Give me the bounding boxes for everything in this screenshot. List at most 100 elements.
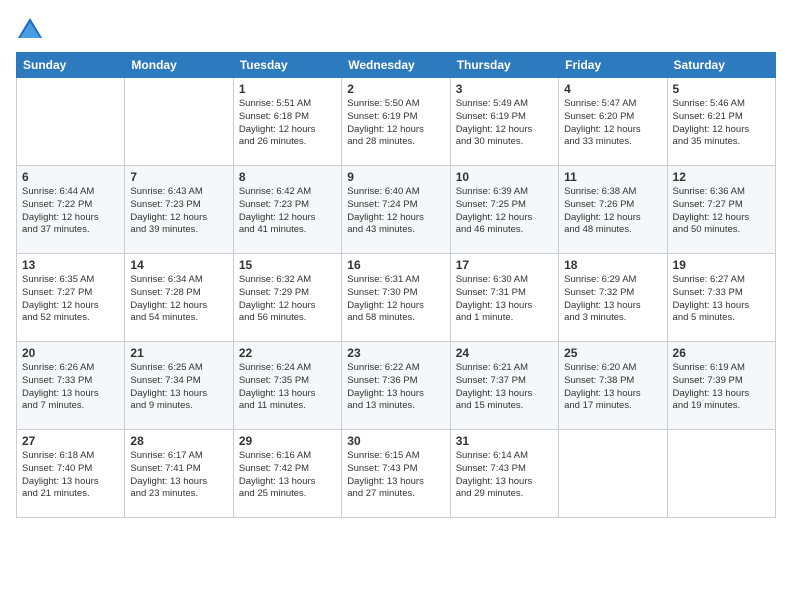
calendar-cell: 13Sunrise: 6:35 AM Sunset: 7:27 PM Dayli… <box>17 254 125 342</box>
calendar-cell: 5 Sunrise: 5:46 AM Sunset: 6:21 PM Daylig… <box>667 78 775 166</box>
calendar-cell: 21 Sunrise: 6:25 AM Sunset: 7:34 PM Dayli… <box>125 342 233 430</box>
day-info: Sunrise: 6:44 AM Sunset: 7:22 PM Dayligh… <box>22 186 119 237</box>
calendar-cell: 16 Sunrise: 6:31 AM Sunset: 7:30 PM Dayli… <box>342 254 450 342</box>
week-row-5: 27 Sunrise: 6:18 AM Sunset: 7:40 PM Dayli… <box>17 430 776 518</box>
calendar-cell: 1Sunrise: 5:51 AM Sunset: 6:18 PM Daylig… <box>233 78 341 166</box>
day-number: 30 <box>347 434 444 448</box>
calendar-cell: 15Sunrise: 6:32 AM Sunset: 7:29 PM Dayli… <box>233 254 341 342</box>
calendar-cell: 6 Sunrise: 6:44 AM Sunset: 7:22 PM Daylig… <box>17 166 125 254</box>
day-number: 11 <box>564 170 661 184</box>
day-info: Sunrise: 5:47 AM Sunset: 6:20 PM Dayligh… <box>564 98 661 149</box>
day-number: 20 <box>22 346 119 360</box>
day-number: 1 <box>239 82 336 96</box>
calendar-cell: 14Sunrise: 6:34 AM Sunset: 7:28 PM Dayli… <box>125 254 233 342</box>
calendar-cell: 24 Sunrise: 6:21 AM Sunset: 7:37 PM Dayli… <box>450 342 558 430</box>
day-info: Sunrise: 6:18 AM Sunset: 7:40 PM Dayligh… <box>22 450 119 501</box>
calendar-cell: 17 Sunrise: 6:30 AM Sunset: 7:31 PM Dayli… <box>450 254 558 342</box>
day-header-wednesday: Wednesday <box>342 53 450 78</box>
day-number: 18 <box>564 258 661 272</box>
day-info: Sunrise: 6:40 AM Sunset: 7:24 PM Dayligh… <box>347 186 444 237</box>
day-info: Sunrise: 6:22 AM Sunset: 7:36 PM Dayligh… <box>347 362 444 413</box>
day-number: 25 <box>564 346 661 360</box>
day-info: Sunrise: 6:25 AM Sunset: 7:34 PM Dayligh… <box>130 362 227 413</box>
day-number: 10 <box>456 170 553 184</box>
day-info: Sunrise: 6:26 AM Sunset: 7:33 PM Dayligh… <box>22 362 119 413</box>
day-number: 8 <box>239 170 336 184</box>
day-info: Sunrise: 6:42 AM Sunset: 7:23 PM Dayligh… <box>239 186 336 237</box>
calendar-cell: 11 Sunrise: 6:38 AM Sunset: 7:26 PM Dayli… <box>559 166 667 254</box>
day-number: 5 <box>673 82 770 96</box>
day-number: 28 <box>130 434 227 448</box>
day-info: Sunrise: 6:15 AM Sunset: 7:43 PM Dayligh… <box>347 450 444 501</box>
calendar-cell: 26Sunrise: 6:19 AM Sunset: 7:39 PM Dayli… <box>667 342 775 430</box>
calendar-cell: 3 Sunrise: 5:49 AM Sunset: 6:19 PM Daylig… <box>450 78 558 166</box>
day-number: 27 <box>22 434 119 448</box>
day-info: Sunrise: 6:14 AM Sunset: 7:43 PM Dayligh… <box>456 450 553 501</box>
day-number: 14 <box>130 258 227 272</box>
day-info: Sunrise: 6:39 AM Sunset: 7:25 PM Dayligh… <box>456 186 553 237</box>
day-number: 23 <box>347 346 444 360</box>
day-info: Sunrise: 6:24 AM Sunset: 7:35 PM Dayligh… <box>239 362 336 413</box>
day-number: 9 <box>347 170 444 184</box>
day-number: 29 <box>239 434 336 448</box>
calendar-cell <box>559 430 667 518</box>
calendar-cell: 22Sunrise: 6:24 AM Sunset: 7:35 PM Dayli… <box>233 342 341 430</box>
day-number: 16 <box>347 258 444 272</box>
day-number: 19 <box>673 258 770 272</box>
calendar-cell <box>667 430 775 518</box>
day-header-monday: Monday <box>125 53 233 78</box>
day-info: Sunrise: 6:21 AM Sunset: 7:37 PM Dayligh… <box>456 362 553 413</box>
day-info: Sunrise: 6:16 AM Sunset: 7:42 PM Dayligh… <box>239 450 336 501</box>
logo-icon <box>16 16 44 44</box>
day-number: 6 <box>22 170 119 184</box>
day-number: 17 <box>456 258 553 272</box>
logo <box>16 16 48 44</box>
day-header-friday: Friday <box>559 53 667 78</box>
calendar-cell: 28Sunrise: 6:17 AM Sunset: 7:41 PM Dayli… <box>125 430 233 518</box>
day-info: Sunrise: 6:38 AM Sunset: 7:26 PM Dayligh… <box>564 186 661 237</box>
day-info: Sunrise: 6:31 AM Sunset: 7:30 PM Dayligh… <box>347 274 444 325</box>
week-row-1: 1Sunrise: 5:51 AM Sunset: 6:18 PM Daylig… <box>17 78 776 166</box>
day-info: Sunrise: 6:43 AM Sunset: 7:23 PM Dayligh… <box>130 186 227 237</box>
calendar-table: SundayMondayTuesdayWednesdayThursdayFrid… <box>16 52 776 518</box>
day-number: 7 <box>130 170 227 184</box>
calendar-cell: 4 Sunrise: 5:47 AM Sunset: 6:20 PM Daylig… <box>559 78 667 166</box>
calendar-cell: 10 Sunrise: 6:39 AM Sunset: 7:25 PM Dayli… <box>450 166 558 254</box>
calendar-cell <box>17 78 125 166</box>
day-number: 13 <box>22 258 119 272</box>
day-info: Sunrise: 5:46 AM Sunset: 6:21 PM Dayligh… <box>673 98 770 149</box>
day-info: Sunrise: 6:27 AM Sunset: 7:33 PM Dayligh… <box>673 274 770 325</box>
calendar-cell: 23 Sunrise: 6:22 AM Sunset: 7:36 PM Dayli… <box>342 342 450 430</box>
day-header-sunday: Sunday <box>17 53 125 78</box>
calendar-cell: 2 Sunrise: 5:50 AM Sunset: 6:19 PM Daylig… <box>342 78 450 166</box>
calendar-cell: 8 Sunrise: 6:42 AM Sunset: 7:23 PM Daylig… <box>233 166 341 254</box>
day-number: 3 <box>456 82 553 96</box>
day-info: Sunrise: 6:29 AM Sunset: 7:32 PM Dayligh… <box>564 274 661 325</box>
day-info: Sunrise: 6:20 AM Sunset: 7:38 PM Dayligh… <box>564 362 661 413</box>
day-number: 31 <box>456 434 553 448</box>
day-info: Sunrise: 5:50 AM Sunset: 6:19 PM Dayligh… <box>347 98 444 149</box>
header-row: SundayMondayTuesdayWednesdayThursdayFrid… <box>17 53 776 78</box>
day-info: Sunrise: 6:32 AM Sunset: 7:29 PM Dayligh… <box>239 274 336 325</box>
day-number: 2 <box>347 82 444 96</box>
day-number: 21 <box>130 346 227 360</box>
day-number: 12 <box>673 170 770 184</box>
day-number: 24 <box>456 346 553 360</box>
calendar-cell: 9 Sunrise: 6:40 AM Sunset: 7:24 PM Daylig… <box>342 166 450 254</box>
calendar-cell: 25 Sunrise: 6:20 AM Sunset: 7:38 PM Dayli… <box>559 342 667 430</box>
calendar-cell: 12Sunrise: 6:36 AM Sunset: 7:27 PM Dayli… <box>667 166 775 254</box>
calendar-cell: 7 Sunrise: 6:43 AM Sunset: 7:23 PM Daylig… <box>125 166 233 254</box>
day-info: Sunrise: 6:30 AM Sunset: 7:31 PM Dayligh… <box>456 274 553 325</box>
week-row-3: 13Sunrise: 6:35 AM Sunset: 7:27 PM Dayli… <box>17 254 776 342</box>
day-header-thursday: Thursday <box>450 53 558 78</box>
calendar-cell: 27 Sunrise: 6:18 AM Sunset: 7:40 PM Dayli… <box>17 430 125 518</box>
day-number: 4 <box>564 82 661 96</box>
calendar-cell: 18 Sunrise: 6:29 AM Sunset: 7:32 PM Dayli… <box>559 254 667 342</box>
day-header-tuesday: Tuesday <box>233 53 341 78</box>
day-info: Sunrise: 5:49 AM Sunset: 6:19 PM Dayligh… <box>456 98 553 149</box>
calendar-cell: 20 Sunrise: 6:26 AM Sunset: 7:33 PM Dayli… <box>17 342 125 430</box>
day-number: 26 <box>673 346 770 360</box>
calendar-cell <box>125 78 233 166</box>
calendar-cell: 31 Sunrise: 6:14 AM Sunset: 7:43 PM Dayli… <box>450 430 558 518</box>
page-header <box>16 16 776 44</box>
